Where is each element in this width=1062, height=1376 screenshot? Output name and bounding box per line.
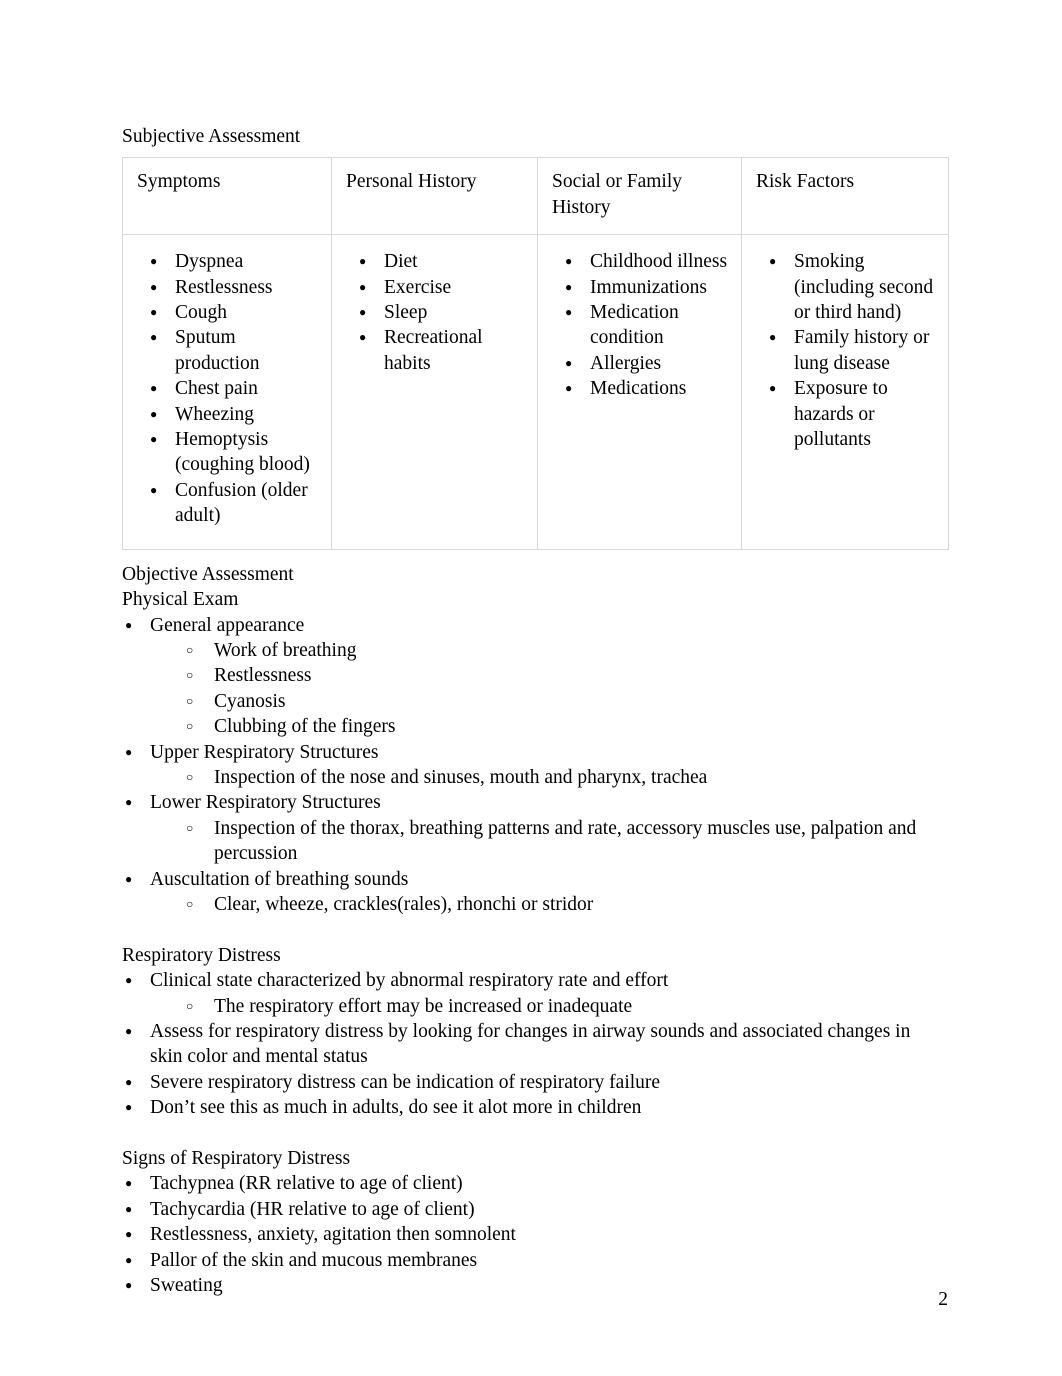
list-item: Clinical state characterized by abnormal… — [122, 968, 944, 994]
social-family-history-list: Childhood illnessImmunizationsMedication… — [538, 249, 735, 402]
list-item: Dyspnea — [147, 249, 325, 275]
list-item: Confusion (older adult) — [147, 478, 325, 529]
list-item: Restlessness, anxiety, agitation then so… — [122, 1222, 944, 1248]
list-item: Clear, wheeze, crackles(rales), rhonchi … — [186, 892, 944, 918]
list-item: Allergies — [562, 351, 735, 377]
symptoms-list: DyspneaRestlessnessCoughSputum productio… — [123, 249, 325, 528]
list-item: Sputum production — [147, 325, 325, 376]
respiratory-distress-list: Clinical state characterized by abnormal… — [122, 968, 944, 1121]
list-item: Sweating — [122, 1273, 944, 1299]
table-header-label: Personal History — [346, 171, 477, 193]
table-cell-content: DyspneaRestlessnessCoughSputum productio… — [123, 235, 331, 548]
list-item: Upper Respiratory Structures — [122, 740, 944, 766]
list-item: Pallor of the skin and mucous membranes — [122, 1248, 944, 1274]
section-subheading-physical-exam: Physical Exam — [122, 589, 239, 611]
bullet-list-level-1: Clinical state characterized by abnormal… — [122, 968, 944, 1121]
document-content: Subjective Assessment Symptoms Personal … — [122, 124, 949, 1299]
table-cell-risk-factors: Smoking (including second or third hand)… — [741, 234, 949, 550]
list-item: Tachypnea (RR relative to age of client) — [122, 1171, 944, 1197]
list-item: Don’t see this as much in adults, do see… — [122, 1095, 944, 1121]
section-heading-objective: Objective Assessment — [122, 563, 294, 585]
list-item: Childhood illness — [562, 249, 735, 275]
list-item: Diet — [356, 249, 531, 275]
signs-of-respiratory-distress-list: Tachypnea (RR relative to age of client)… — [122, 1171, 944, 1298]
subjective-assessment-table-wrapper: Symptoms Personal History Social or Fami… — [122, 157, 949, 550]
list-item: Wheezing — [147, 402, 325, 428]
table-cell-content: Childhood illnessImmunizationsMedication… — [538, 235, 741, 465]
list-item: Restlessness — [147, 275, 325, 301]
table-header-cell-social-family-history: Social or Family History — [537, 157, 742, 236]
table-body-row: DyspneaRestlessnessCoughSputum productio… — [122, 234, 949, 550]
bullet-list-level-1: General appearanceWork of breathingRestl… — [122, 613, 944, 918]
table-header-cell-personal-history: Personal History — [331, 157, 538, 236]
list-item: Clubbing of the fingers — [186, 714, 944, 740]
section-heading-subjective: Subjective Assessment — [122, 126, 301, 147]
table-header-cell-symptoms: Symptoms — [122, 157, 332, 236]
table-header-cell-risk-factors: Risk Factors — [741, 157, 949, 236]
list-item: General appearance — [122, 613, 944, 639]
list-item: Cough — [147, 300, 325, 326]
subjective-assessment-table: Symptoms Personal History Social or Fami… — [122, 157, 949, 550]
list-item: Immunizations — [562, 275, 735, 301]
table-cell-personal-history: DietExerciseSleepRecreational habits — [331, 234, 538, 550]
list-item: The respiratory effort may be increased … — [186, 994, 944, 1020]
bullet-list-level-1: Tachypnea (RR relative to age of client)… — [122, 1171, 944, 1298]
table-cell-content: DietExerciseSleepRecreational habits — [332, 235, 537, 465]
list-item: Inspection of the thorax, breathing patt… — [186, 816, 944, 867]
list-item: Exercise — [356, 275, 531, 301]
objective-assessment-list: General appearanceWork of breathingRestl… — [122, 613, 944, 918]
list-item: Inspection of the nose and sinuses, mout… — [186, 765, 944, 791]
list-item: Assess for respiratory distress by looki… — [122, 1019, 944, 1070]
document-page: Subjective Assessment Symptoms Personal … — [0, 0, 1062, 1376]
list-item: Work of breathing — [186, 638, 944, 664]
list-item: Lower Respiratory Structures — [122, 790, 944, 816]
table-header-label: Risk Factors — [756, 171, 855, 193]
table-cell-symptoms: DyspneaRestlessnessCoughSputum productio… — [122, 234, 332, 550]
bullet-list-level-2: Work of breathingRestlessnessCyanosisClu… — [122, 638, 944, 740]
risk-factors-list: Smoking (including second or third hand)… — [742, 249, 942, 452]
list-item: Chest pain — [147, 376, 325, 402]
table-header-row: Symptoms Personal History Social or Fami… — [122, 157, 949, 236]
list-item: Cyanosis — [186, 689, 944, 715]
list-item: Smoking (including second or third hand) — [766, 249, 942, 325]
table-cell-content: Smoking (including second or third hand)… — [742, 235, 948, 472]
list-item: Medication condition — [562, 300, 735, 351]
list-item: Medications — [562, 376, 735, 402]
table-header-label: Symptoms — [137, 171, 221, 193]
page-number: 2 — [938, 1289, 948, 1310]
list-item: Tachycardia (HR relative to age of clien… — [122, 1197, 944, 1223]
table-header-label: Social or Family History — [552, 171, 682, 218]
list-item: Auscultation of breathing sounds — [122, 867, 944, 893]
list-item: Hemoptysis (coughing blood) — [147, 427, 325, 478]
section-heading-signs-of-respiratory-distress: Signs of Respiratory Distress — [122, 1148, 351, 1169]
section-heading-respiratory-distress: Respiratory Distress — [122, 944, 281, 966]
list-item: Family history or lung disease — [766, 325, 942, 376]
list-item: Severe respiratory distress can be indic… — [122, 1070, 944, 1096]
bullet-list-level-2: Inspection of the thorax, breathing patt… — [122, 816, 944, 867]
list-item: Sleep — [356, 300, 531, 326]
bullet-list-level-2: Clear, wheeze, crackles(rales), rhonchi … — [122, 892, 944, 918]
bullet-list-level-2: The respiratory effort may be increased … — [122, 994, 944, 1020]
list-item: Recreational habits — [356, 325, 531, 376]
table-cell-social-family-history: Childhood illnessImmunizationsMedication… — [537, 234, 742, 550]
bullet-list-level-2: Inspection of the nose and sinuses, mout… — [122, 765, 944, 791]
personal-history-list: DietExerciseSleepRecreational habits — [332, 249, 531, 376]
list-item: Exposure to hazards or pollutants — [766, 376, 942, 452]
list-item: Restlessness — [186, 663, 944, 689]
